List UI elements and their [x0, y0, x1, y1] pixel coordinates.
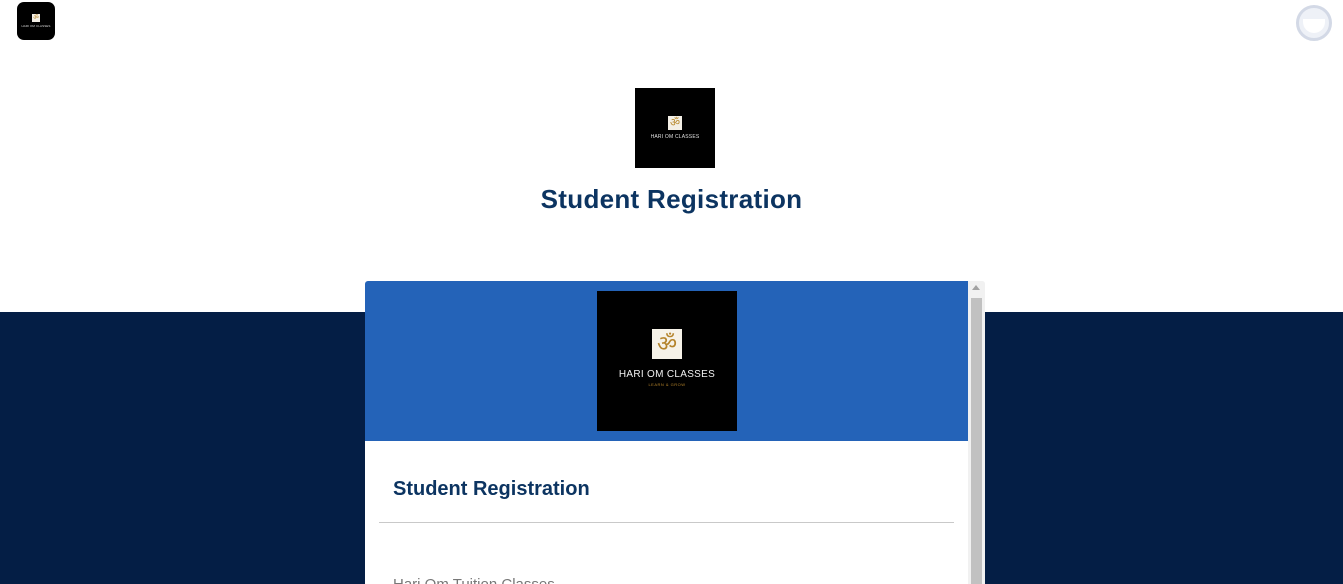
avatar-placeholder-icon: [1303, 19, 1325, 33]
scroll-up-arrow-icon[interactable]: [972, 285, 980, 290]
om-icon: ॐ: [32, 14, 40, 22]
form-banner-logo: ॐ HARI OM CLASSES LEARN & GROW: [597, 291, 737, 431]
form-banner-logo-text: HARI OM CLASSES: [618, 369, 716, 380]
header-logo-text: HARI OM CLASSES: [650, 134, 700, 140]
form-title: Student Registration: [393, 478, 590, 500]
form-banner-logo-subtext: LEARN & GROW: [648, 382, 686, 387]
page: ॐ HARI OM CLASSES ॐ HARI OM CLASSES Stud…: [0, 0, 1343, 584]
user-avatar[interactable]: [1296, 5, 1332, 41]
form-banner: ॐ HARI OM CLASSES LEARN & GROW: [365, 281, 968, 441]
embedded-form-frame[interactable]: ॐ HARI OM CLASSES LEARN & GROW Student R…: [365, 281, 985, 584]
form-divider: [379, 522, 954, 523]
form-scrollbar[interactable]: [968, 281, 985, 584]
page-title: Student Registration: [540, 184, 803, 214]
form-header-card: Student Registration Hari Om Tuition Cla…: [365, 441, 968, 584]
om-icon: ॐ: [652, 329, 682, 359]
header-logo: ॐ HARI OM CLASSES: [635, 88, 715, 168]
scrollbar-thumb[interactable]: [971, 298, 982, 584]
om-icon: ॐ: [668, 116, 682, 130]
form-description: Hari Om Tuition Classes: [393, 576, 555, 584]
app-logo-icon[interactable]: ॐ HARI OM CLASSES: [17, 2, 55, 40]
app-logo-text: HARI OM CLASSES: [21, 24, 51, 28]
